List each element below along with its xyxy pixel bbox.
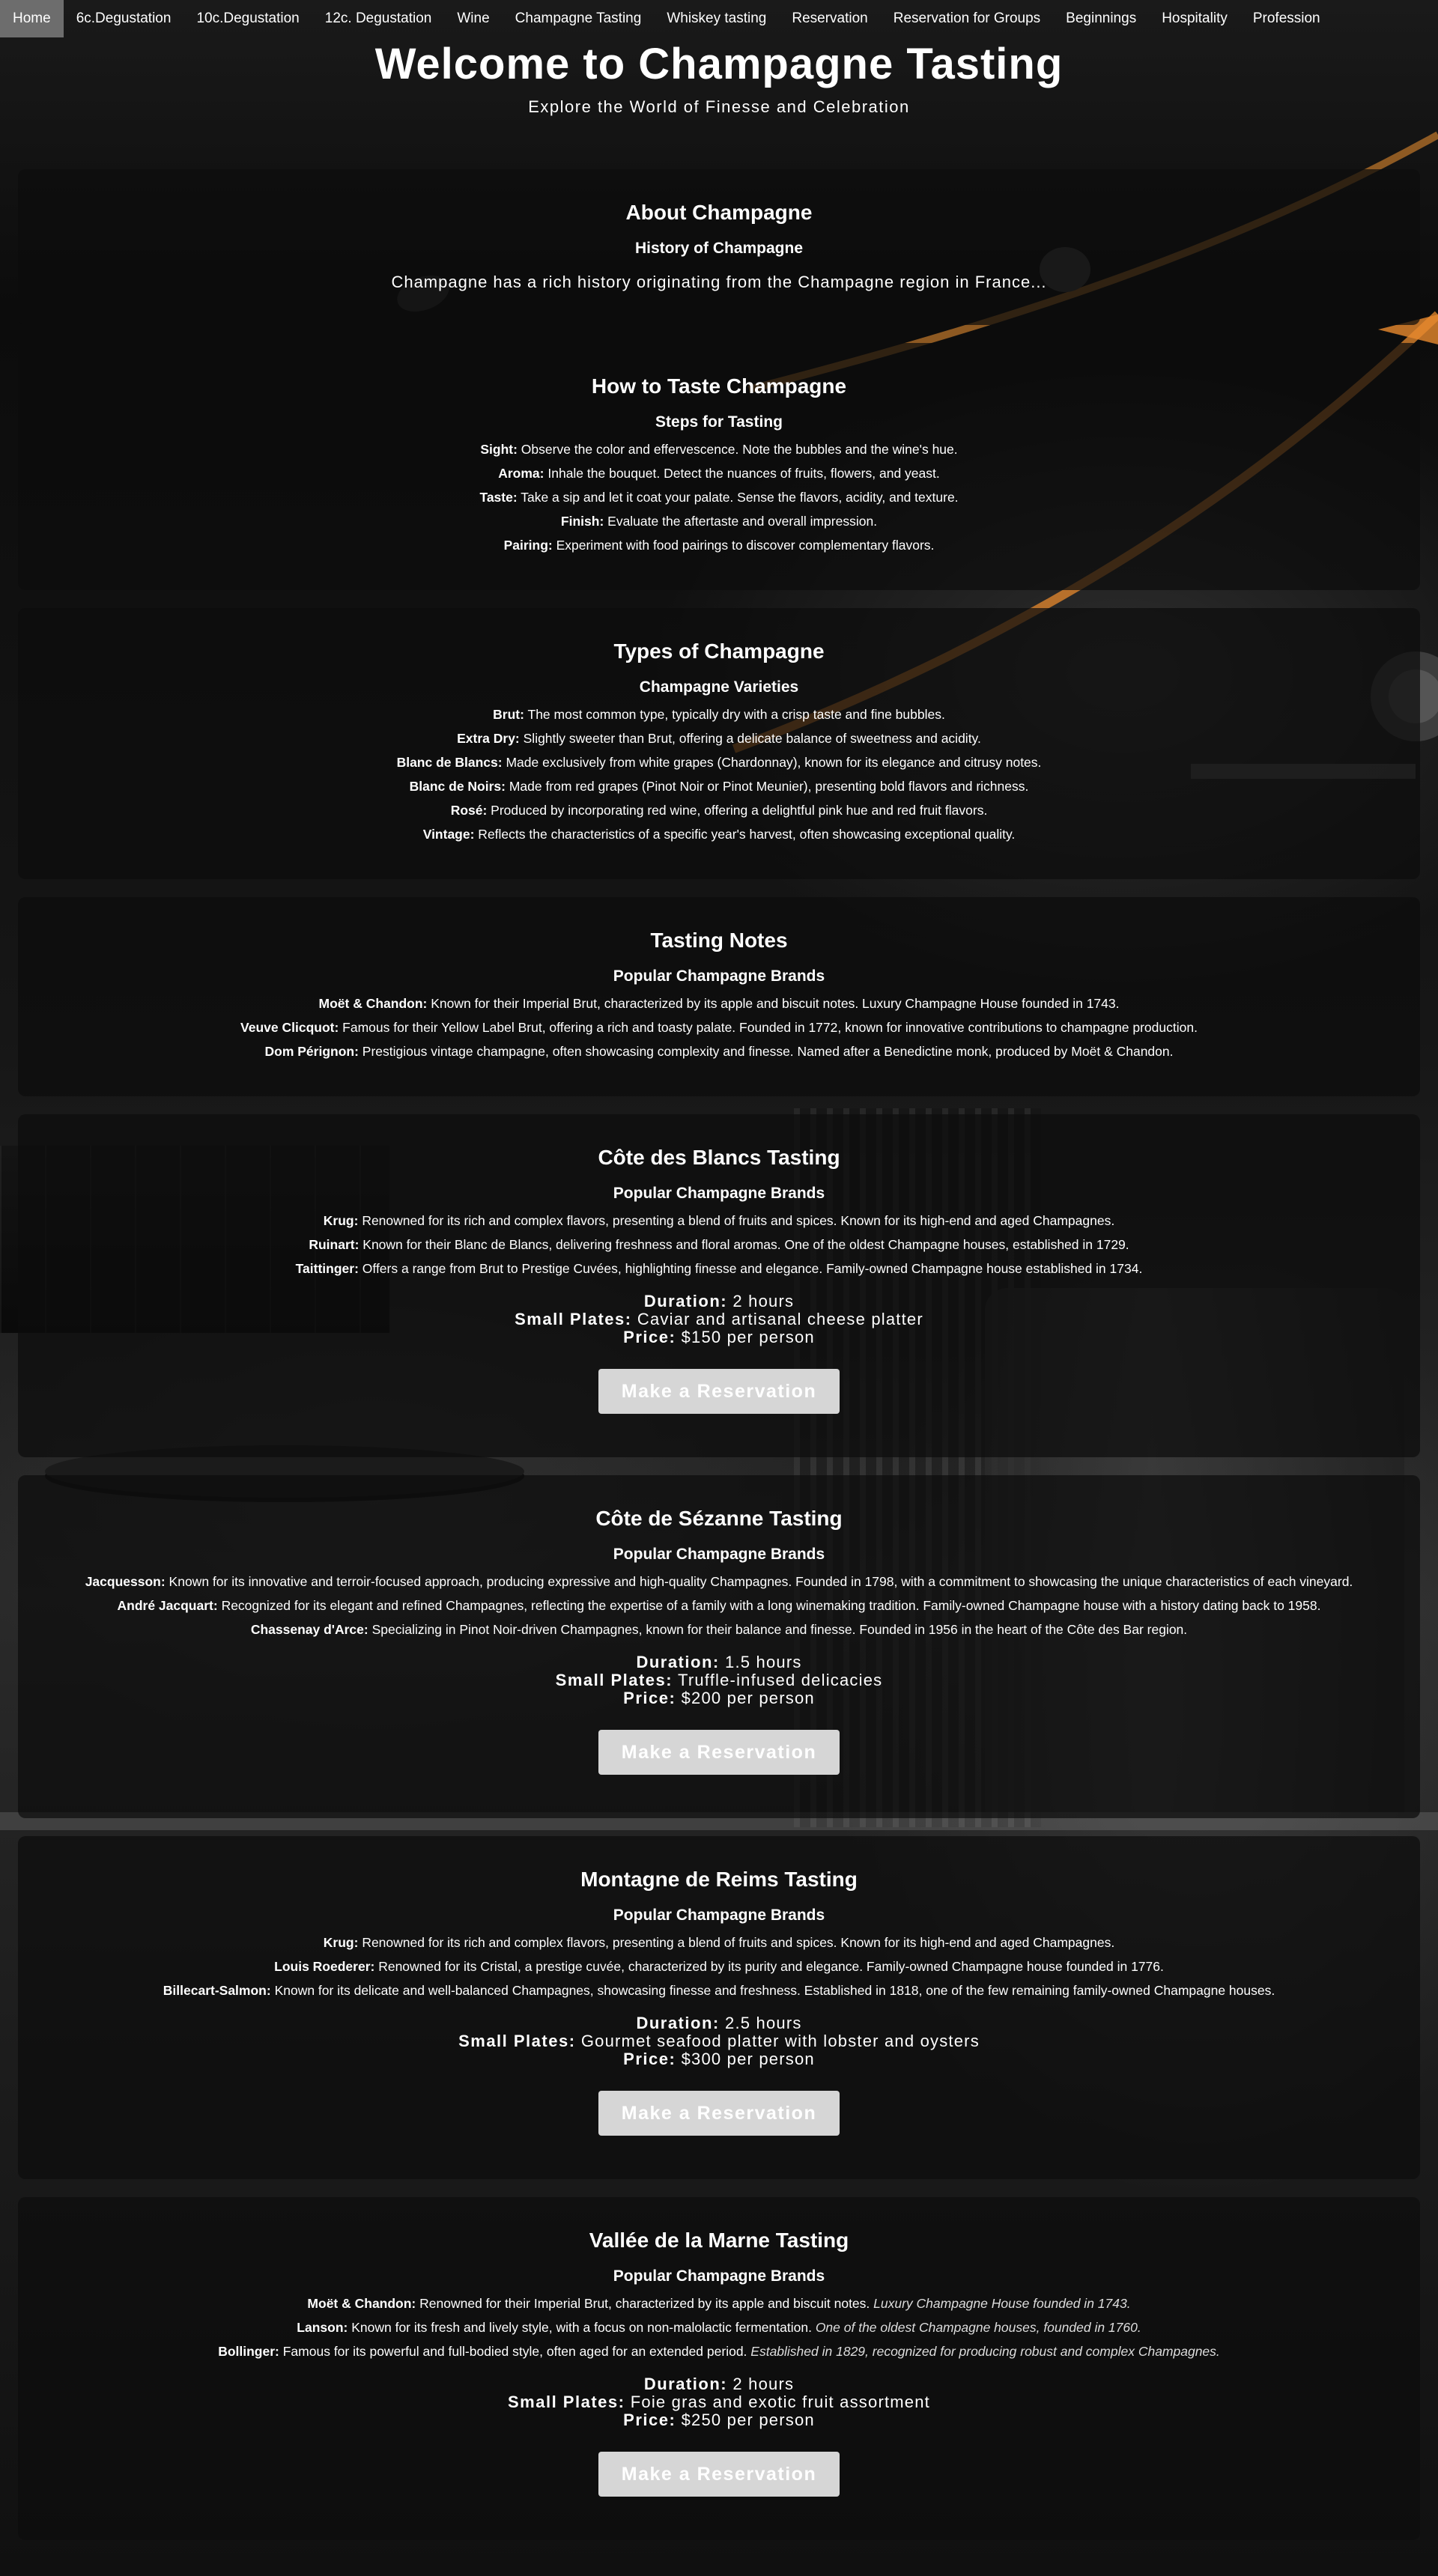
list-item: Dom Pérignon: Prestigious vintage champa… — [264, 1044, 1174, 1059]
price: Price: $300 per person — [623, 2050, 815, 2068]
nav-10c-degustation[interactable]: 10c.Degustation — [183, 0, 312, 37]
list-item: Blanc de Blancs: Made exclusively from w… — [396, 755, 1042, 770]
list-item: Finish: Evaluate the aftertaste and over… — [560, 514, 878, 529]
list-item: Taste: Take a sip and let it coat your p… — [479, 490, 959, 505]
make-reservation-button[interactable]: Make a Reservation — [598, 1369, 840, 1414]
list-item: Rosé: Produced by incorporating red wine… — [450, 803, 988, 818]
duration: Duration: 1.5 hours — [636, 1653, 802, 1671]
tasting-info: Duration: 2.5 hours Small Plates: Gourme… — [18, 2014, 1420, 2068]
nav-12c-degustation[interactable]: 12c. Degustation — [312, 0, 445, 37]
page-title: Welcome to Champagne Tasting — [374, 40, 1064, 88]
section-title: Types of Champagne — [613, 640, 825, 663]
nav-reservation-for-groups[interactable]: Reservation for Groups — [881, 0, 1053, 37]
nav-home[interactable]: Home — [0, 0, 64, 37]
small-plates: Small Plates: Caviar and artisanal chees… — [515, 1310, 923, 1328]
nav-profession[interactable]: Profession — [1240, 0, 1333, 37]
tasting-info: Duration: 1.5 hours Small Plates: Truffl… — [18, 1653, 1420, 1707]
list-item: Louis Roederer: Renowned for its Cristal… — [274, 1959, 1164, 1974]
list-item: Moët & Chandon: Known for their Imperial… — [318, 996, 1120, 1011]
list-item: Lanson: Known for its fresh and lively s… — [297, 2320, 1141, 2335]
nav-whiskey-tasting[interactable]: Whiskey tasting — [654, 0, 779, 37]
price: Price: $250 per person — [623, 2411, 815, 2429]
cote-des-blancs-section: Côte des Blancs Tasting Popular Champagn… — [18, 1114, 1420, 1457]
cote-de-sezanne-section: Côte de Sézanne Tasting Popular Champagn… — [18, 1475, 1420, 1818]
list-item: Veuve Clicquot: Famous for their Yellow … — [240, 1020, 1198, 1035]
section-title: About Champagne — [625, 201, 813, 224]
section-subtitle: Steps for Tasting — [655, 413, 783, 431]
make-reservation-button[interactable]: Make a Reservation — [598, 1730, 840, 1775]
section-subtitle: Popular Champagne Brands — [613, 2267, 825, 2285]
list-item: Chassenay d'Arce: Specializing in Pinot … — [250, 1622, 1188, 1637]
hero: Welcome to Champagne Tasting Explore the… — [0, 37, 1438, 117]
list-item: Vintage: Reflects the characteristics of… — [422, 827, 1016, 842]
nav-beginnings[interactable]: Beginnings — [1053, 0, 1149, 37]
section-subtitle: Popular Champagne Brands — [613, 1907, 825, 1924]
make-reservation-button[interactable]: Make a Reservation — [598, 2091, 840, 2136]
list-item: Taittinger: Offers a range from Brut to … — [295, 1261, 1143, 1276]
nav-reservation[interactable]: Reservation — [779, 0, 880, 37]
section-text: Champagne has a rich history originating… — [391, 273, 1047, 291]
nav-6c-degustation[interactable]: 6c.Degustation — [64, 0, 184, 37]
nav-wine[interactable]: Wine — [444, 0, 502, 37]
nav-champagne-tasting[interactable]: Champagne Tasting — [503, 0, 655, 37]
how-to-section: How to Taste Champagne Steps for Tasting… — [18, 343, 1420, 590]
list-item: Krug: Renowned for its rich and complex … — [323, 1213, 1115, 1228]
tasting-notes-section: Tasting Notes Popular Champagne Brands M… — [18, 897, 1420, 1096]
section-subtitle: Popular Champagne Brands — [613, 1546, 825, 1563]
make-reservation-button[interactable]: Make a Reservation — [598, 2452, 840, 2497]
list-item: André Jacquart: Recognized for its elega… — [117, 1598, 1321, 1613]
list-item: Ruinart: Known for their Blanc de Blancs… — [309, 1237, 1129, 1252]
list-item: Moët & Chandon: Renowned for their Imper… — [307, 2296, 1131, 2311]
types-section: Types of Champagne Champagne Varieties B… — [18, 608, 1420, 879]
about-section: About Champagne History of Champagne Cha… — [18, 169, 1420, 325]
section-title: Vallée de la Marne Tasting — [589, 2229, 849, 2252]
list-item: Aroma: Inhale the bouquet. Detect the nu… — [498, 466, 940, 481]
top-navigation: Home 6c.Degustation 10c.Degustation 12c.… — [0, 0, 1438, 37]
list-item: Billecart-Salmon: Known for its delicate… — [163, 1983, 1275, 1998]
section-subtitle: Popular Champagne Brands — [613, 967, 825, 985]
list-item: Krug: Renowned for its rich and complex … — [323, 1935, 1115, 1950]
small-plates: Small Plates: Truffle-infused delicacies — [555, 1671, 883, 1689]
list-item: Extra Dry: Slightly sweeter than Brut, o… — [457, 731, 981, 746]
price: Price: $200 per person — [623, 1689, 815, 1707]
section-title: Côte des Blancs Tasting — [598, 1146, 840, 1169]
small-plates: Small Plates: Foie gras and exotic fruit… — [508, 2393, 930, 2411]
vallee-de-la-marne-section: Vallée de la Marne Tasting Popular Champ… — [18, 2197, 1420, 2540]
list-item: Blanc de Noirs: Made from red grapes (Pi… — [409, 779, 1029, 794]
list-item: Brut: The most common type, typically dr… — [493, 707, 945, 722]
duration: Duration: 2.5 hours — [636, 2014, 802, 2032]
duration: Duration: 2 hours — [643, 1292, 795, 1310]
section-subtitle: Popular Champagne Brands — [613, 1185, 825, 1202]
small-plates: Small Plates: Gourmet seafood platter wi… — [458, 2032, 980, 2050]
tasting-info: Duration: 2 hours Small Plates: Foie gra… — [18, 2375, 1420, 2429]
page-subtitle: Explore the World of Finesse and Celebra… — [528, 97, 910, 116]
list-item: Sight: Observe the color and effervescen… — [480, 442, 958, 457]
section-subtitle: History of Champagne — [634, 240, 804, 257]
tasting-info: Duration: 2 hours Small Plates: Caviar a… — [18, 1292, 1420, 1346]
list-item: Pairing: Experiment with food pairings t… — [503, 538, 935, 553]
section-title: Tasting Notes — [650, 929, 788, 952]
montagne-de-reims-section: Montagne de Reims Tasting Popular Champa… — [18, 1836, 1420, 2179]
duration: Duration: 2 hours — [643, 2375, 795, 2393]
list-item: Bollinger: Famous for its powerful and f… — [218, 2344, 1220, 2359]
list-item: Jacquesson: Known for its innovative and… — [85, 1574, 1353, 1589]
nav-hospitality[interactable]: Hospitality — [1149, 0, 1240, 37]
section-subtitle: Champagne Varieties — [639, 678, 799, 696]
section-title: Montagne de Reims Tasting — [580, 1868, 858, 1891]
section-title: How to Taste Champagne — [591, 374, 847, 398]
section-title: Côte de Sézanne Tasting — [595, 1507, 843, 1530]
price: Price: $150 per person — [623, 1328, 815, 1346]
